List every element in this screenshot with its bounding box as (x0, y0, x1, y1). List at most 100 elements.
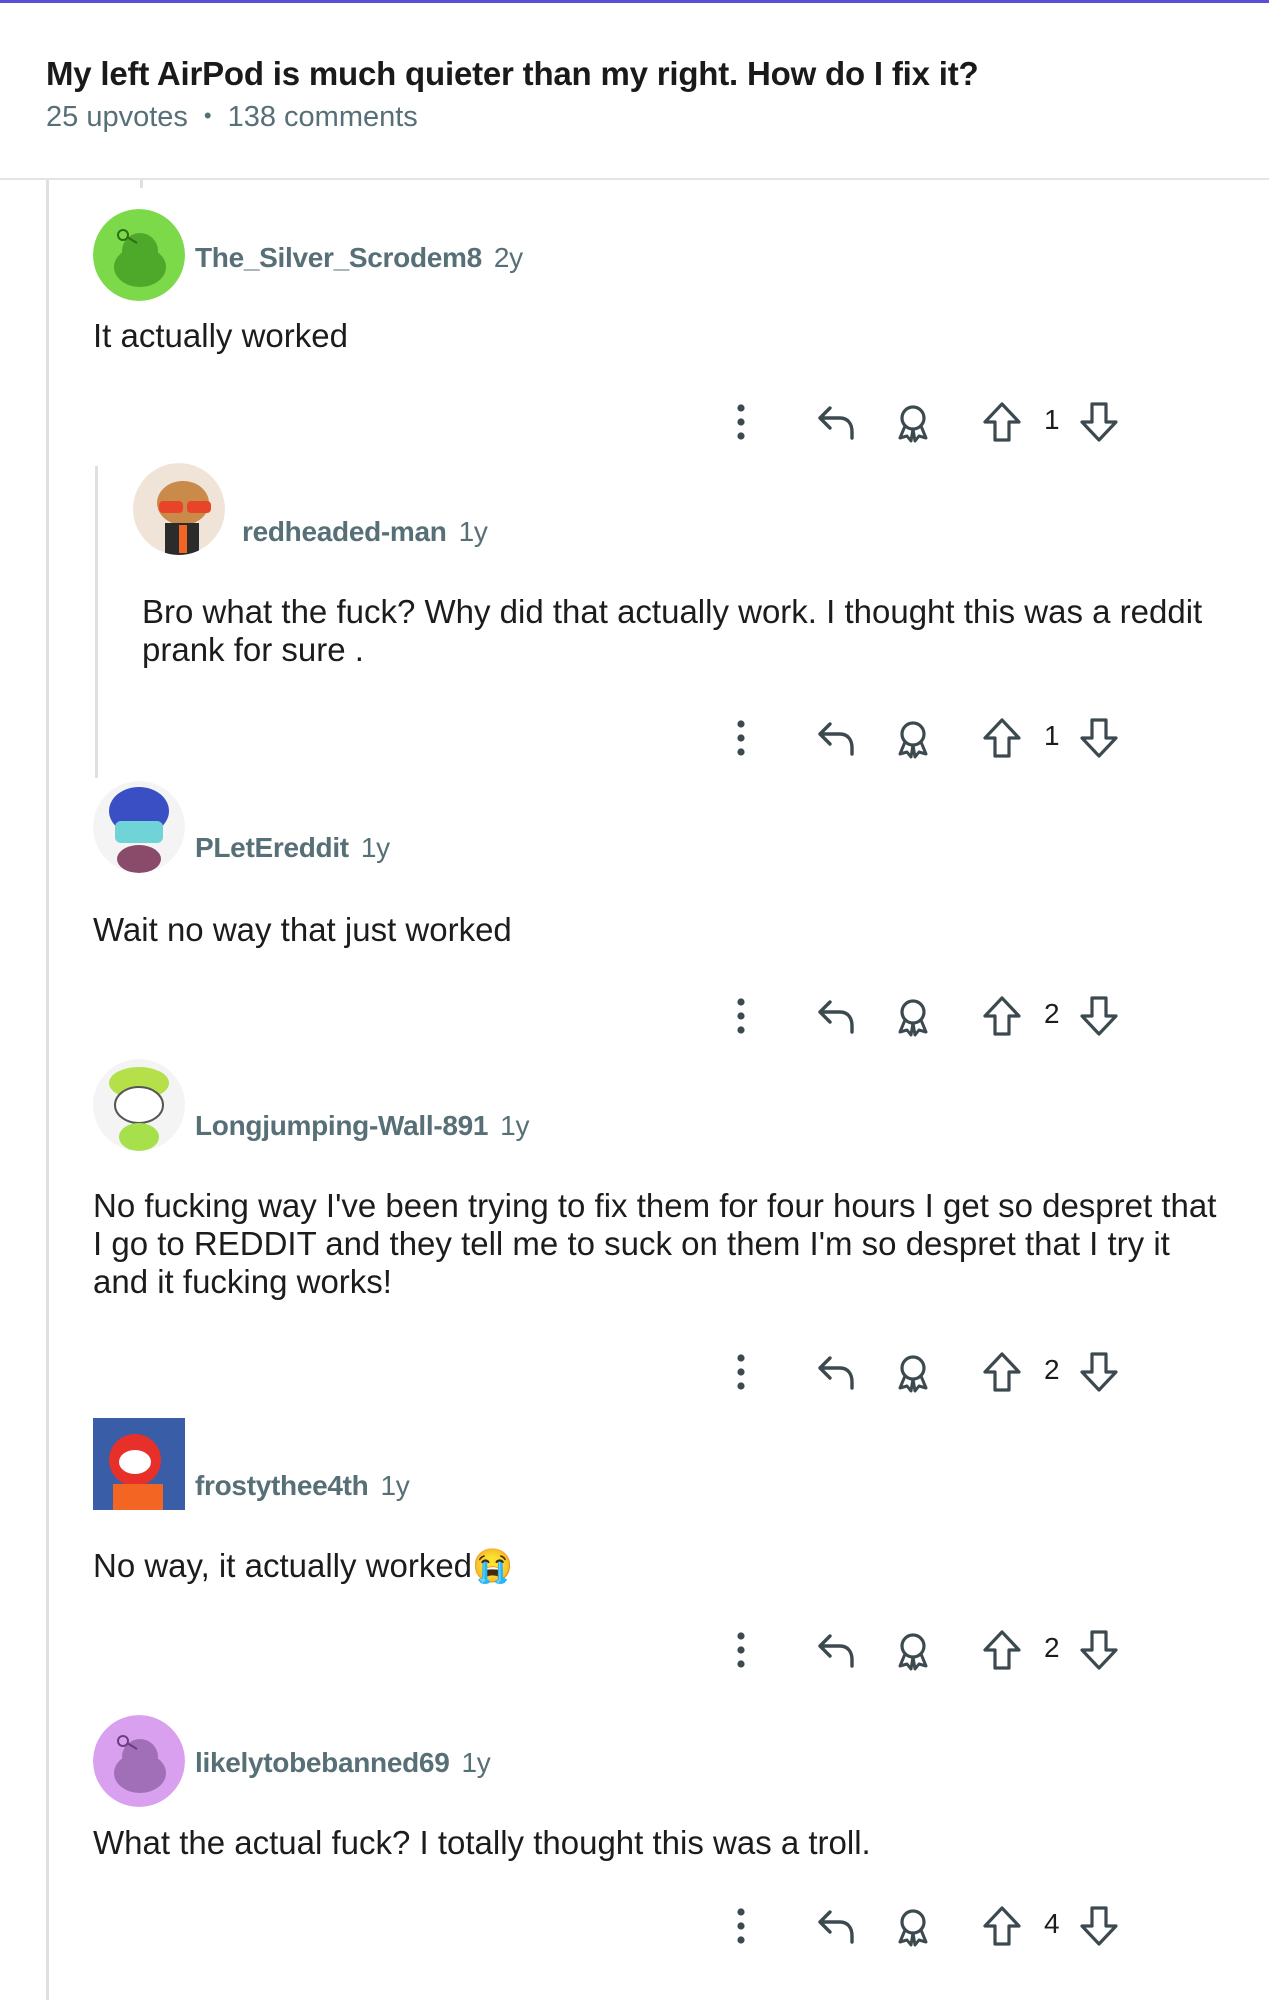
reply-button[interactable] (810, 1900, 862, 1952)
green-hat-avatar-icon (93, 1059, 185, 1151)
more-button[interactable] (715, 1346, 767, 1398)
downvote-button[interactable] (1073, 712, 1125, 764)
more-button[interactable] (715, 1900, 767, 1952)
upvote-button[interactable] (976, 1900, 1028, 1952)
more-button[interactable] (715, 712, 767, 764)
post-title[interactable]: My left AirPod is much quieter than my r… (46, 55, 979, 93)
upvote-arrow-icon (983, 718, 1021, 758)
vote-score: 1 (1044, 720, 1060, 751)
vote-score: 2 (1044, 1632, 1060, 1663)
downvote-arrow-icon (1080, 996, 1118, 1036)
more-button[interactable] (715, 1624, 767, 1676)
downvote-arrow-icon (1080, 1352, 1118, 1392)
reply-button[interactable] (810, 990, 862, 1042)
reply-arrow-icon (818, 406, 854, 440)
more-vertical-icon (737, 404, 745, 440)
reply-thread-line[interactable] (95, 466, 98, 778)
award-button[interactable] (887, 1624, 939, 1676)
downvote-arrow-icon (1080, 1906, 1118, 1946)
comment-username[interactable]: PLetEreddit 1y (195, 832, 390, 864)
comment-body: No way, it actually worked😭 (93, 1547, 514, 1584)
award-button[interactable] (887, 396, 939, 448)
avatar[interactable] (93, 781, 185, 873)
upvote-button[interactable] (976, 1624, 1028, 1676)
avatar[interactable] (93, 209, 185, 301)
comment-actions: 1 (715, 396, 1195, 448)
award-icon (898, 405, 928, 443)
comment-count[interactable]: 138 comments (228, 101, 418, 133)
avatar[interactable] (133, 463, 225, 555)
avatar[interactable] (93, 1059, 185, 1151)
downvote-button[interactable] (1073, 1624, 1125, 1676)
thread-line-stub (140, 180, 143, 188)
beanie-avatar-icon (93, 781, 185, 873)
vote-score: 4 (1044, 1908, 1060, 1939)
reply-arrow-icon (818, 1634, 854, 1668)
award-button[interactable] (887, 1900, 939, 1952)
downvote-button[interactable] (1073, 1900, 1125, 1952)
award-icon (898, 721, 928, 759)
comment-age: 1y (500, 1110, 530, 1141)
more-vertical-icon (737, 1632, 745, 1668)
comment-body: Wait no way that just worked (93, 911, 512, 948)
vote-score: 2 (1044, 1354, 1060, 1385)
comment-age: 1y (461, 1747, 491, 1778)
meta-separator: • (203, 103, 212, 128)
downvote-arrow-icon (1080, 1630, 1118, 1670)
award-button[interactable] (887, 990, 939, 1042)
comment-body: No fucking way I've been trying to fix t… (93, 1187, 1217, 1300)
upvote-button[interactable] (976, 712, 1028, 764)
upvote-arrow-icon (983, 1906, 1021, 1946)
reply-arrow-icon (818, 1356, 854, 1390)
more-vertical-icon (737, 720, 745, 756)
upvote-arrow-icon (983, 402, 1021, 442)
comment-username[interactable]: frostythee4th 1y (195, 1470, 410, 1502)
more-vertical-icon (737, 1908, 745, 1944)
more-button[interactable] (715, 396, 767, 448)
post-meta: 25 upvotes • 138 comments (46, 101, 418, 134)
comment-actions: 4 (715, 1900, 1195, 1952)
award-button[interactable] (887, 712, 939, 764)
downvote-button[interactable] (1073, 1346, 1125, 1398)
thread-line[interactable] (46, 180, 49, 2000)
snoo-avatar-icon (93, 1715, 185, 1807)
comment-actions: 1 (715, 712, 1195, 764)
reply-button[interactable] (810, 396, 862, 448)
more-vertical-icon (737, 1354, 745, 1390)
upvote-arrow-icon (983, 1630, 1021, 1670)
comment-username[interactable]: The_Silver_Scrodem8 2y (195, 242, 523, 274)
more-button[interactable] (715, 990, 767, 1042)
upvote-button[interactable] (976, 1346, 1028, 1398)
comment-age: 2y (493, 242, 523, 273)
upvote-count: 25 upvotes (46, 101, 188, 133)
downvote-arrow-icon (1080, 402, 1118, 442)
award-icon (898, 1355, 928, 1393)
award-button[interactable] (887, 1346, 939, 1398)
comment-age: 1y (380, 1470, 410, 1501)
comment-username[interactable]: redheaded-man 1y (242, 516, 488, 548)
downvote-button[interactable] (1073, 990, 1125, 1042)
upvote-arrow-icon (983, 1352, 1021, 1392)
reply-button[interactable] (810, 1346, 862, 1398)
redhead-avatar-icon (133, 463, 225, 555)
comment-body: It actually worked (93, 317, 348, 354)
upvote-button[interactable] (976, 990, 1028, 1042)
reply-arrow-icon (818, 1000, 854, 1034)
downvote-button[interactable] (1073, 396, 1125, 448)
snoo-avatar-icon (93, 209, 185, 301)
post-header: My left AirPod is much quieter than my r… (0, 3, 1269, 180)
reply-button[interactable] (810, 1624, 862, 1676)
award-icon (898, 999, 928, 1037)
comment-username[interactable]: likelytobebanned69 1y (195, 1747, 491, 1779)
comment-age: 1y (360, 832, 390, 863)
upvote-button[interactable] (976, 396, 1028, 448)
comment-body: Bro what the fuck? Why did that actually… (142, 593, 1203, 668)
reply-button[interactable] (810, 712, 862, 764)
downvote-arrow-icon (1080, 718, 1118, 758)
avatar[interactable] (93, 1418, 185, 1510)
avatar[interactable] (93, 1715, 185, 1807)
comment-username[interactable]: Longjumping-Wall-891 1y (195, 1110, 529, 1142)
comment-body: What the actual fuck? I totally thought … (93, 1824, 871, 1861)
vote-score: 1 (1044, 404, 1060, 435)
reply-arrow-icon (818, 1910, 854, 1944)
